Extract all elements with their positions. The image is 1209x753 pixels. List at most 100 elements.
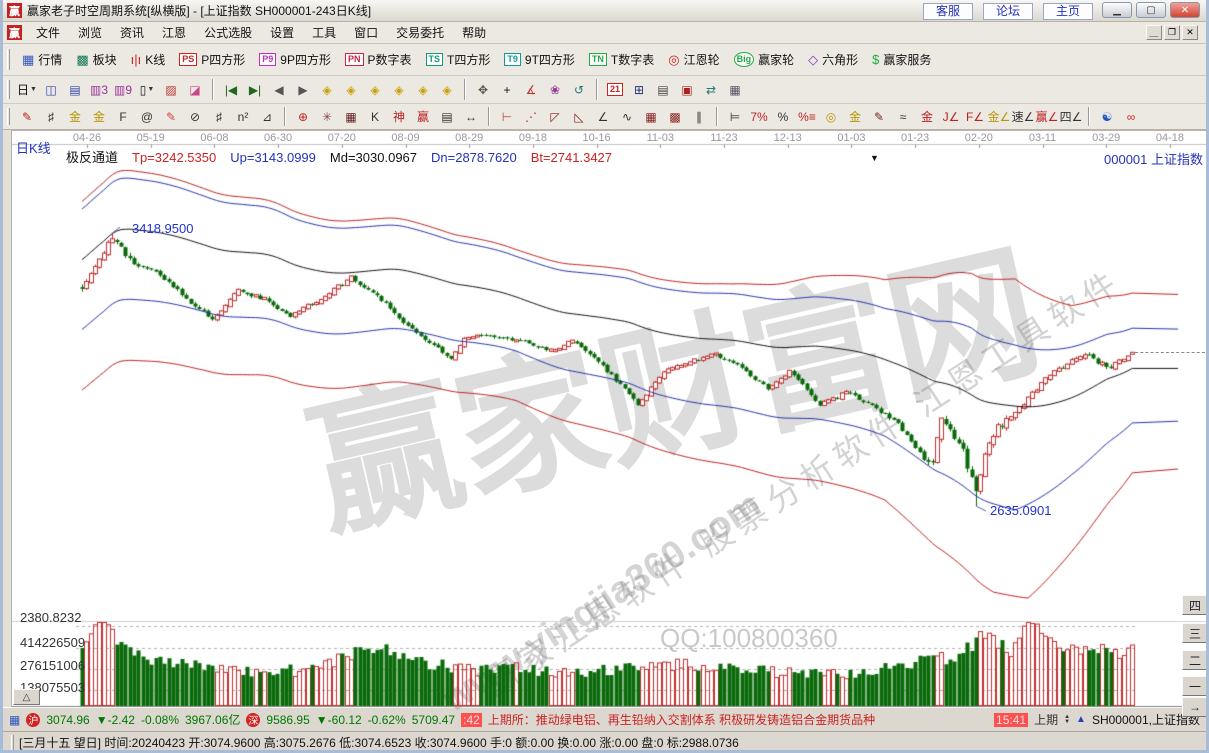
price-scale-icon[interactable]: ⊨ (723, 107, 747, 127)
period-day-dropdown-icon[interactable]: 日 ▼ (15, 80, 39, 100)
menu-江恩[interactable]: 江恩 (153, 22, 195, 43)
f-angle-icon[interactable]: F∠ (963, 107, 987, 127)
toolbar-winner-service[interactable]: $ 赢家服务 (865, 48, 938, 72)
minimize-button[interactable]: ▁ (1102, 2, 1132, 18)
toolbar-t-square[interactable]: TS T四方形 (419, 48, 498, 72)
grid-b-icon[interactable]: ▩ (663, 107, 687, 127)
mirror-angle-icon[interactable]: ⊿ (255, 107, 279, 127)
parallel-lines-icon[interactable]: ∥ (687, 107, 711, 127)
golden-circle-icon[interactable]: ◎ (819, 107, 843, 127)
angle-line-icon[interactable]: ∠ (591, 107, 615, 127)
zoom-in-icon[interactable]: ◈ (387, 80, 411, 100)
bar-count-icon[interactable]: ♯ (207, 107, 231, 127)
split-9-icon[interactable]: ▥9 (111, 80, 135, 100)
memo-icon[interactable]: ▤ (651, 80, 675, 100)
pen-mark-icon[interactable]: ✎ (867, 107, 891, 127)
titlebar-link-2[interactable]: 论坛 (983, 3, 1034, 20)
n-squared-icon[interactable]: n² (231, 107, 255, 127)
angle-measure-icon[interactable]: ∡ (519, 80, 543, 100)
pane-layout-button-1[interactable]: 四 (1182, 595, 1206, 615)
gann-fan-icon[interactable]: ⋰ (519, 107, 543, 127)
pattern-finder-icon[interactable]: ▨ (159, 80, 183, 100)
spiral-tool-icon[interactable]: @ (135, 107, 159, 127)
speed-angle-icon[interactable]: 速∠ (1011, 107, 1035, 127)
shen-grid-icon[interactable]: 神 (387, 107, 411, 127)
percent-icon[interactable]: % (771, 107, 795, 127)
menu-浏览[interactable]: 浏览 (69, 22, 111, 43)
pen-candle-icon[interactable]: ✎ (159, 107, 183, 127)
split-3-icon[interactable]: ▥3 (87, 80, 111, 100)
toolbar-kline[interactable]: ı|ı K线 (124, 48, 173, 72)
save-icon[interactable]: ▣ (675, 80, 699, 100)
market-grid-icon[interactable]: ▦ (9, 713, 20, 727)
day-frame-icon[interactable]: ⊢ (495, 107, 519, 127)
menu-交易委托[interactable]: 交易委托 (387, 22, 453, 43)
grid-a-icon[interactable]: ▦ (639, 107, 663, 127)
fibonacci-lines-icon[interactable]: F (111, 107, 135, 127)
golden-red-icon[interactable]: 金 (915, 107, 939, 127)
percent-7-icon[interactable]: 7% (747, 107, 771, 127)
toolbar-p-number-table[interactable]: PN P数字表 (338, 48, 419, 72)
brush-tool-icon[interactable]: ✎ (15, 107, 39, 127)
toolbar-winner-wheel[interactable]: Big 赢家轮 (727, 48, 802, 72)
candle-style-dropdown-icon[interactable]: ▯ ▼ (135, 80, 159, 100)
full-view-icon[interactable]: ◈ (435, 80, 459, 100)
mdi-restore-button[interactable]: ❐ (1164, 25, 1180, 40)
menu-设置[interactable]: 设置 (261, 22, 303, 43)
toolbar-gann-wheel[interactable]: ◎ 江恩轮 (661, 48, 726, 72)
gann-time-lines-icon[interactable]: ♯ (39, 107, 63, 127)
menu-文件[interactable]: 文件 (27, 22, 69, 43)
info-doc-icon[interactable]: ▤ (63, 80, 87, 100)
kline-chart-canvas[interactable] (12, 131, 1206, 708)
calculator-icon[interactable]: ⊞ (627, 80, 651, 100)
close-button[interactable]: ✕ (1170, 2, 1200, 18)
yinyang-icon[interactable]: ☯ (1095, 107, 1119, 127)
hand-tool-icon[interactable]: ✥ (471, 80, 495, 100)
toolbar-quotes[interactable]: ▦ 行情 (15, 48, 69, 72)
titlebar-link-1[interactable]: 客服 (923, 3, 974, 20)
wave-band-icon[interactable]: ≈ (891, 107, 915, 127)
zoom-out-icon[interactable]: ◈ (411, 80, 435, 100)
pane-layout-button-5[interactable]: → (1182, 697, 1206, 717)
gann-target-icon[interactable]: ⊕ (291, 107, 315, 127)
next-page-icon[interactable]: ▶ (291, 80, 315, 100)
width-measure-icon[interactable]: ↔ (459, 107, 483, 127)
golden-section-v-icon[interactable]: 金 (87, 107, 111, 127)
golden-section-h-icon[interactable]: 金 (63, 107, 87, 127)
menu-窗口[interactable]: 窗口 (345, 22, 387, 43)
square-web-icon[interactable]: ▦ (339, 107, 363, 127)
toolbar-sectors[interactable]: ▩ 板块 (69, 48, 123, 72)
gann-rose-icon[interactable]: ❀ (543, 80, 567, 100)
toolbar-9t-square[interactable]: T9 9T四方形 (497, 48, 582, 72)
color-kline-icon[interactable]: ◪ (183, 80, 207, 100)
printer-icon[interactable]: ▦ (723, 80, 747, 100)
win-angle-icon[interactable]: 赢∠ (1035, 107, 1059, 127)
four-angle-icon[interactable]: 四∠ (1059, 107, 1083, 127)
j-angle-icon[interactable]: J∠ (939, 107, 963, 127)
pattern-window-icon[interactable]: ◫ (39, 80, 63, 100)
titlebar-link-3[interactable]: 主页 (1043, 3, 1094, 20)
compress-x-icon[interactable]: ◈ (315, 80, 339, 100)
golden-lines-icon[interactable]: 金 (843, 107, 867, 127)
prev-page-icon[interactable]: ◀ (267, 80, 291, 100)
percent-lines-icon[interactable]: %≡ (795, 107, 819, 127)
infinity-icon[interactable]: ∞ (1119, 107, 1143, 127)
last-page-icon[interactable]: ▶| (243, 80, 267, 100)
menu-工具[interactable]: 工具 (303, 22, 345, 43)
maximize-button[interactable]: ▢ (1136, 2, 1166, 18)
pane-layout-button-4[interactable]: 一 (1182, 676, 1206, 696)
k-mark-icon[interactable]: K (363, 107, 387, 127)
crosshair-tool-icon[interactable]: + (495, 80, 519, 100)
gold-angle-icon[interactable]: 金∠ (987, 107, 1011, 127)
toolbar-p-square[interactable]: PS P四方形 (172, 48, 252, 72)
menu-公式选股[interactable]: 公式选股 (195, 22, 261, 43)
mdi-minimize-button[interactable]: ＿ (1146, 25, 1162, 40)
zigzag-wave-icon[interactable]: ∿ (615, 107, 639, 127)
pane-layout-button-3[interactable]: 二 (1182, 650, 1206, 670)
toolbar-t-number-table[interactable]: TN T数字表 (582, 48, 661, 72)
mdi-close-button[interactable]: ✕ (1182, 25, 1198, 40)
win-grid-icon[interactable]: 赢 (411, 107, 435, 127)
first-page-icon[interactable]: |◀ (219, 80, 243, 100)
fit-width-icon[interactable]: ◈ (363, 80, 387, 100)
toolbar-9p-square[interactable]: P9 9P四方形 (252, 48, 338, 72)
